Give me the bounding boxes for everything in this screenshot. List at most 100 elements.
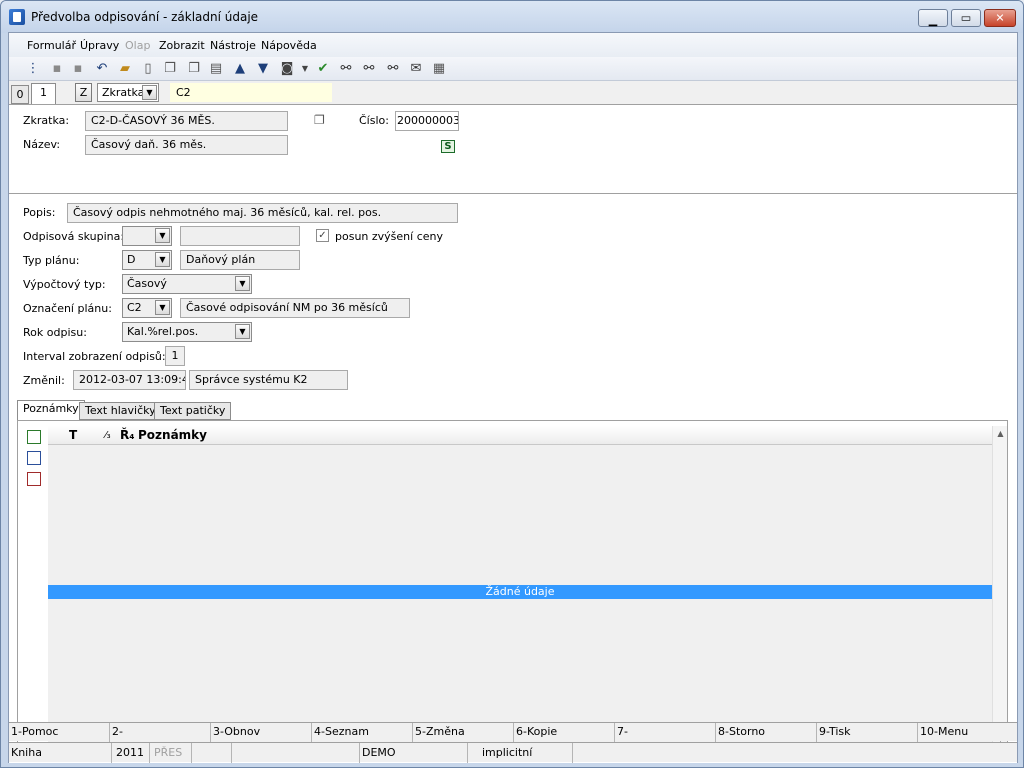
grid-header: T ⁄₃ Ř₄ Poznámky [48,426,992,445]
col-poznamky[interactable]: Poznámky [138,428,207,442]
posun-label[interactable]: posun zvýšení ceny [335,230,443,243]
app-icon [9,9,25,25]
mail-icon[interactable]: ✉ [408,61,424,77]
tree-icon[interactable]: ⋮ [25,61,41,77]
col-3[interactable]: ⁄₃ [105,430,111,441]
fkey-10[interactable]: 10-Menu [918,723,1017,742]
nazev-label: Název: [23,138,61,151]
typ-desc: Daňový plán [180,250,300,270]
minimize-icon: ▁ [928,13,938,27]
fkey-9[interactable]: 9-Tisk [817,723,918,742]
chevron-down-icon[interactable]: ▼ [155,228,170,243]
interval-field[interactable]: 1 [165,346,185,366]
open-folder-icon[interactable]: ▰ [117,61,133,77]
fkey-6[interactable]: 6-Kopie [514,723,615,742]
notes-grid[interactable]: T ⁄₃ Ř₄ Poznámky Žádné údaje [48,426,992,746]
oznaceni-combo[interactable]: C2 ▼ [122,298,172,318]
vypoctovy-combo[interactable]: Časový ▼ [122,274,252,294]
page-tab-1[interactable]: 1 [31,83,56,104]
close-icon: ✕ [995,11,1005,25]
arrow-up-icon[interactable]: ▲ [232,61,248,77]
status-empty-1 [192,743,232,763]
copy-key-icon[interactable]: ❐ [314,113,325,127]
fkey-2[interactable]: 2- [110,723,211,742]
fkey-4[interactable]: 4-Seznam [312,723,413,742]
menu-bar: Formulář Úpravy Olap Zobrazit Nástroje N… [9,33,1017,57]
status-year: 2011 [112,743,150,763]
new-document-icon[interactable]: ▯ [140,61,156,77]
tab-poznamky[interactable]: Poznámky [17,400,85,421]
menu-upravy[interactable]: Úpravy [80,39,119,52]
filter-icon[interactable]: ✔ [315,61,331,77]
vertical-scrollbar[interactable]: ▲ ▼ [992,426,1007,746]
status-mode: PŘES [150,743,192,763]
status-profile: implicitní [468,743,573,763]
menu-olap: Olap [125,39,151,52]
find-all-icon[interactable]: ⚯ [385,61,401,77]
skupina-combo[interactable]: ▼ [122,226,172,246]
oznaceni-desc: Časové odpisování NM po 36 měsíců [180,298,410,318]
tab-text-hlavicky[interactable]: Text hlavičky [79,402,162,420]
save-icon: ▪ [52,61,62,76]
oznaceni-label: Označení plánu: [23,302,112,315]
zmenil-user: Správce systému K2 [189,370,348,390]
rok-combo[interactable]: Kal.%rel.pos. ▼ [122,322,252,342]
report-icon[interactable]: ▦ [431,61,447,77]
key-selector[interactable]: Zkratka ▼ [97,83,159,102]
status-book: Kniha [9,743,112,763]
toolbar: ⋮ ▪ ▪ ↶ ▰ ▯ ❐ ❐ ▤ ▲ ▼ ◙ ▼ ✔ ⚯ ⚯ ⚯ ✉ ▦ [9,57,1017,81]
key-selector-value: Zkratka [102,86,145,99]
fkey-1[interactable]: 1-Pomoc [9,723,110,742]
chevron-down-icon[interactable]: ▼ [155,252,170,267]
posun-checkbox[interactable]: ✓ [316,229,329,242]
key-row: 0 1 Z Zkratka ▼ C2 [9,82,1017,104]
zkratka-field[interactable]: C2-D-ČASOVÝ 36 MĚS. [85,111,288,131]
rok-label: Rok odpisu: [23,326,87,339]
app-window: Předvolba odpisování - základní údaje ▁ … [0,0,1024,768]
nazev-field[interactable]: Časový daň. 36 měs. [85,135,288,155]
typ-label: Typ plánu: [23,254,80,267]
col-t[interactable]: T [69,428,77,442]
edit-note-icon[interactable] [27,451,41,465]
title-bar[interactable]: Předvolba odpisování - základní údaje ▁ … [1,1,1023,33]
z-button[interactable]: Z [75,83,92,102]
minimize-button[interactable]: ▁ [918,9,948,27]
fkey-5[interactable]: 5-Změna [413,723,514,742]
fkey-8[interactable]: 8-Storno [716,723,817,742]
menu-formular[interactable]: Formulář [27,39,76,52]
menu-zobrazit[interactable]: Zobrazit [159,39,205,52]
chevron-down-icon[interactable]: ▼ [155,300,170,315]
cislo-field[interactable]: 2000000032 [395,111,459,131]
arrow-down-icon[interactable]: ▼ [255,61,271,77]
page-tab-0[interactable]: 0 [11,85,29,104]
find-next-icon[interactable]: ⚯ [361,61,377,77]
binoculars-icon[interactable]: ⚯ [338,61,354,77]
chevron-down-icon[interactable]: ▼ [142,85,157,100]
fkey-3[interactable]: 3-Obnov [211,723,312,742]
menu-napoveda[interactable]: Nápověda [261,39,317,52]
s-badge[interactable]: S [441,140,455,153]
delete-note-icon[interactable] [27,472,41,486]
close-button[interactable]: ✕ [984,9,1016,27]
popis-field[interactable]: Časový odpis nehmotného maj. 36 měsíců, … [67,203,458,223]
copy-icon[interactable]: ❐ [162,61,178,77]
book-icon[interactable]: ▤ [208,61,224,77]
maximize-icon: ▭ [960,11,972,25]
tab-text-paticky[interactable]: Text patičky [154,402,232,420]
dropdown-arrow-icon[interactable]: ▼ [297,61,313,77]
menu-nastroje[interactable]: Nástroje [210,39,256,52]
fkey-7[interactable]: 7- [615,723,716,742]
scroll-up-icon[interactable]: ▲ [993,426,1008,441]
status-db: DEMO [360,743,468,763]
camera-icon[interactable]: ◙ [279,61,295,77]
maximize-button[interactable]: ▭ [951,9,981,27]
chevron-down-icon[interactable]: ▼ [235,324,250,339]
typ-combo[interactable]: D ▼ [122,250,172,270]
chevron-down-icon[interactable]: ▼ [235,276,250,291]
col-r4[interactable]: Ř₄ [120,428,135,442]
undo-icon[interactable]: ↶ [94,61,110,77]
paste-icon[interactable]: ❐ [186,61,202,77]
popis-label: Popis: [23,206,56,219]
add-note-icon[interactable] [27,430,41,444]
key-input[interactable]: C2 [170,83,332,102]
